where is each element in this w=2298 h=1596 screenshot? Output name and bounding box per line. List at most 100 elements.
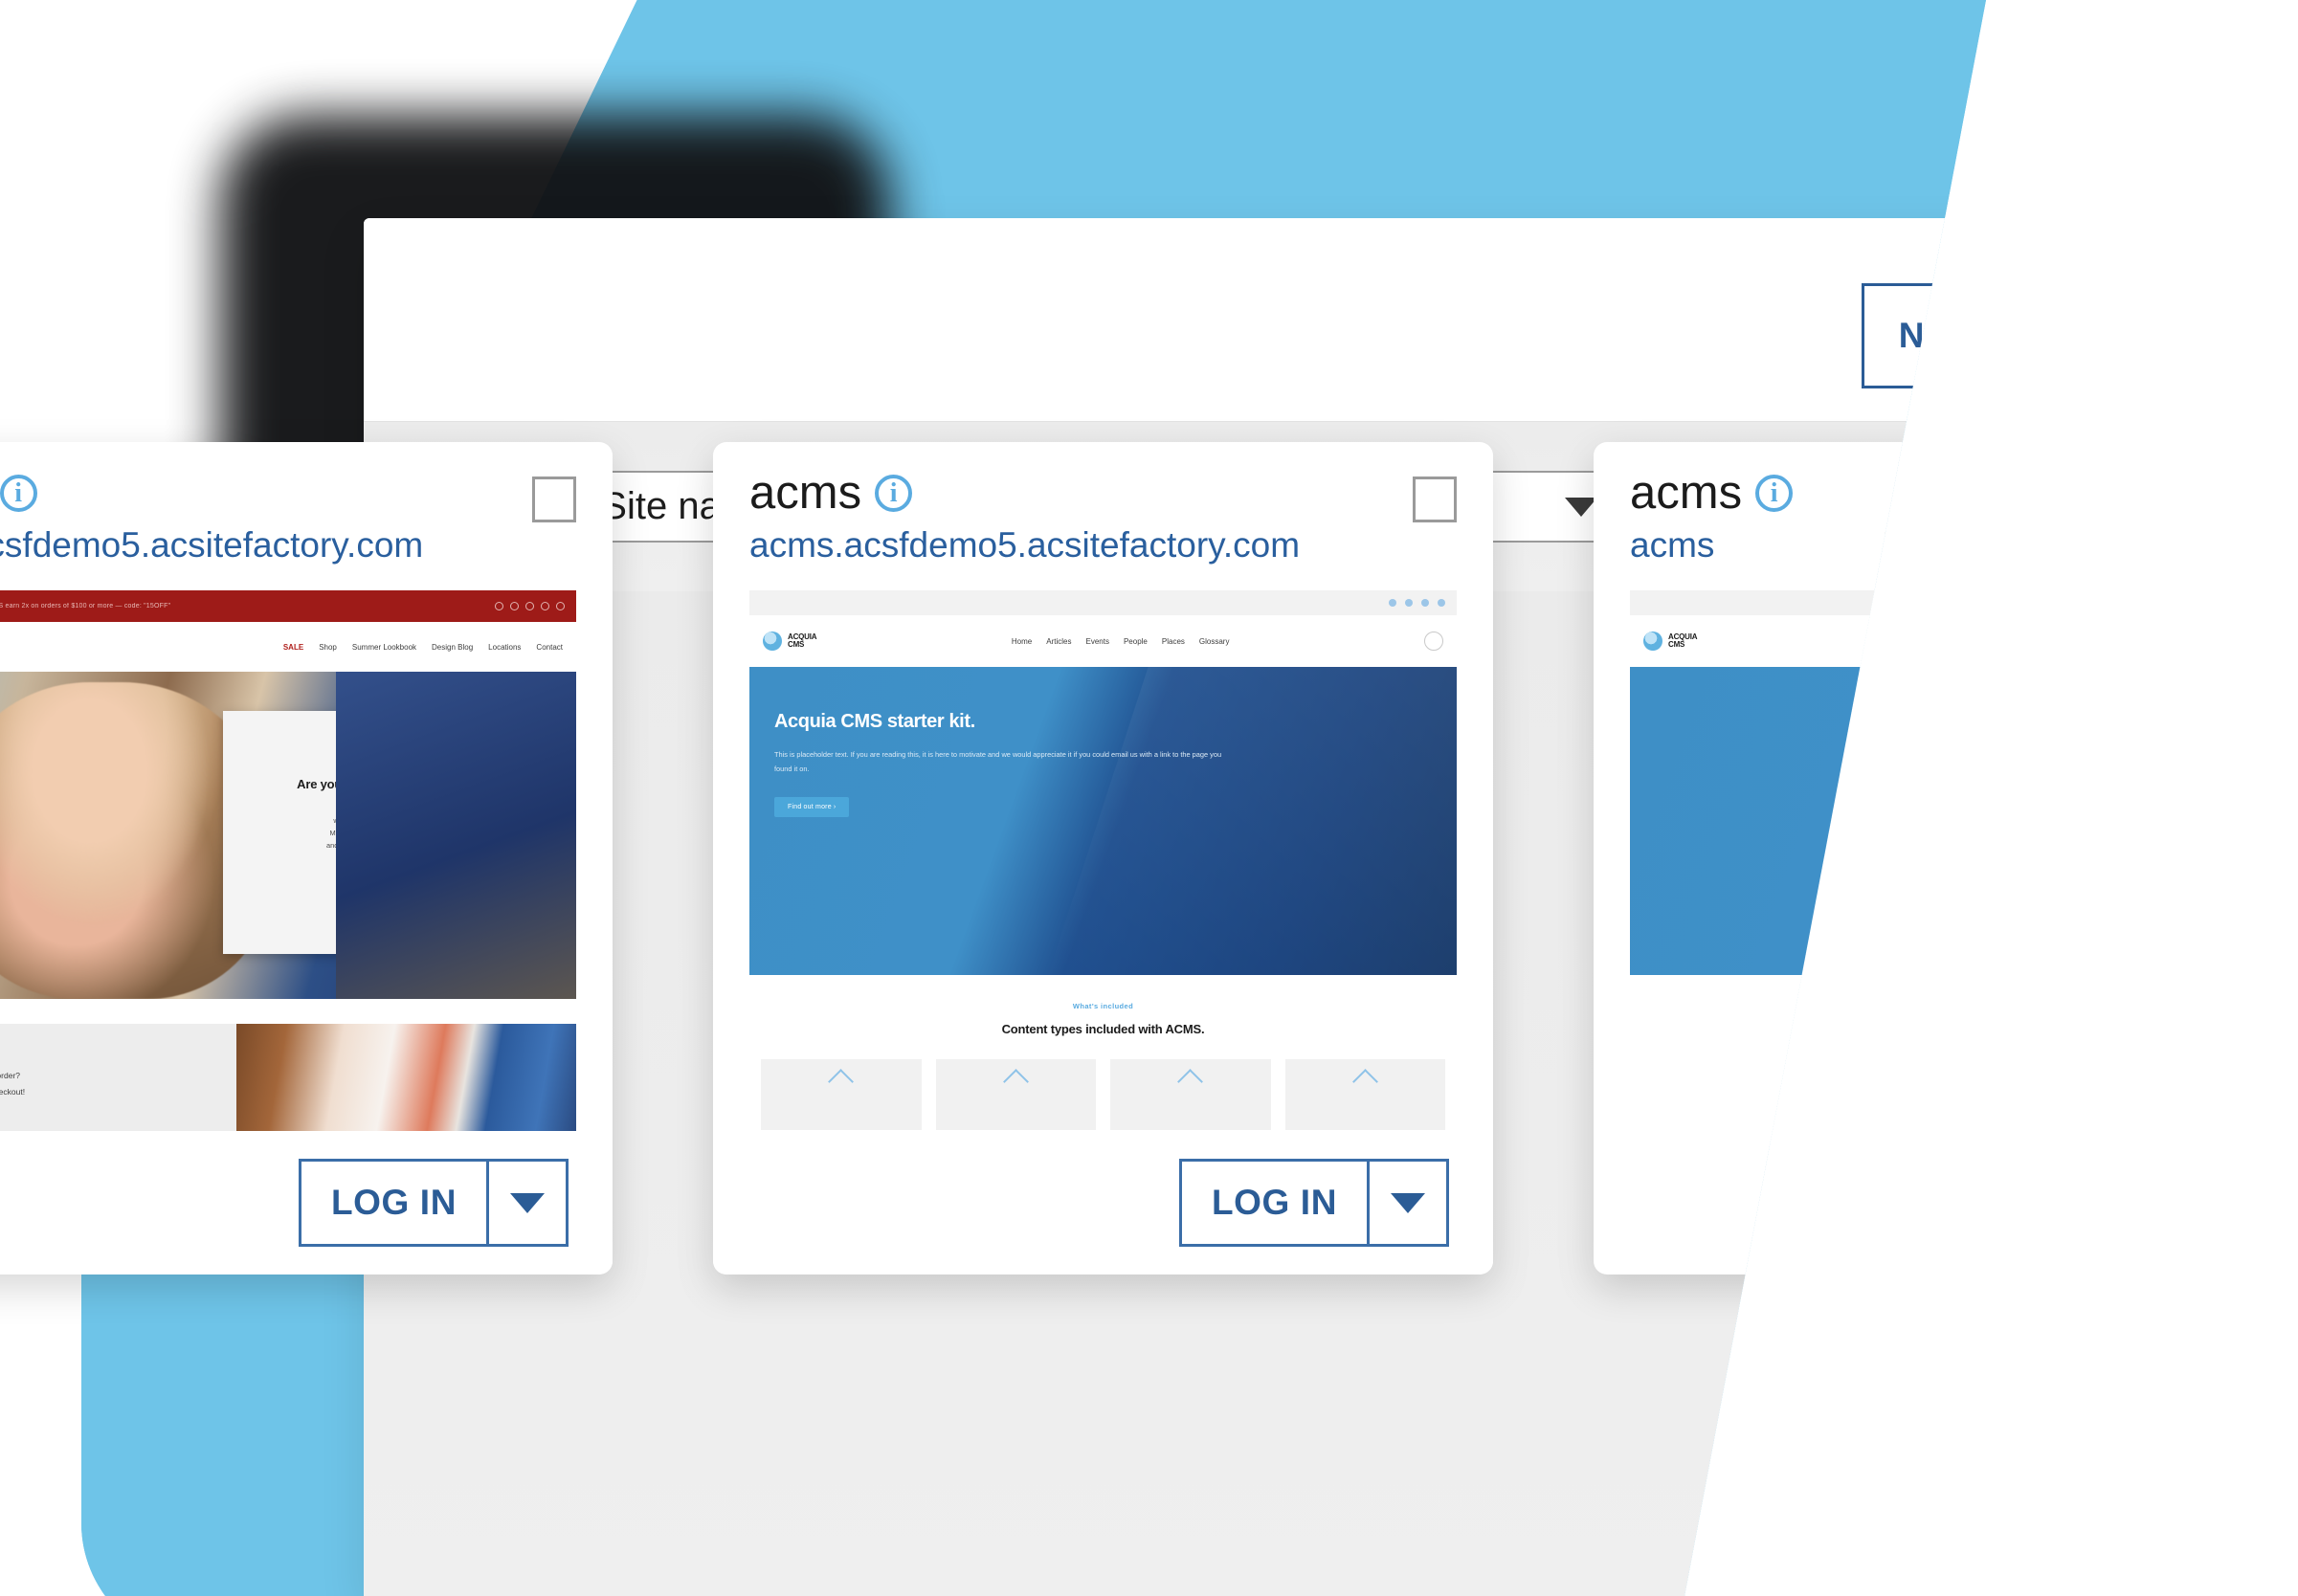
- preview-logo-text: ACQUIA CMS: [788, 632, 817, 650]
- preview-nav-item: SALE: [282, 642, 304, 652]
- preview-tile: [761, 1059, 922, 1131]
- card-select-checkbox[interactable]: [532, 477, 576, 522]
- login-dropdown-button[interactable]: [488, 1159, 569, 1247]
- preview-strip-text: HEY, YOU'RE NEW! Wanna save 20% on your …: [0, 1053, 25, 1097]
- search-icon: [1424, 632, 1443, 652]
- card-title-row: figura i: [0, 469, 576, 518]
- preview-rewards-line4: and discounts on exclusive items: [326, 840, 431, 850]
- preview-nav-item: People: [1123, 636, 1148, 646]
- card-title-row: acms i: [1630, 467, 1986, 519]
- preview-tile: [1110, 1059, 1271, 1131]
- card-header: figura i figura.acsfdemo5.acsitefactory.…: [0, 442, 613, 565]
- preview-nav-item: Locations: [488, 642, 522, 652]
- card-footer: LOG IN: [0, 1131, 613, 1275]
- preview-nav-item: Summer Lookbook: [351, 642, 417, 652]
- card-url-link[interactable]: acms: [1630, 525, 1986, 565]
- preview-rewards-line3: Members receive: [329, 829, 387, 837]
- preview-rewards-line2: with figura's loyalty program!: [333, 816, 423, 826]
- card-select-checkbox[interactable]: [1413, 477, 1457, 522]
- preview-content-section: What's included Content types included w…: [749, 975, 1457, 1131]
- preview-navbar: ACQUIA CMS Home Articles Events People Pl…: [749, 615, 1457, 668]
- chevron-down-icon: [1391, 1192, 1425, 1213]
- preview-section-eyebrow: What's included: [1072, 1002, 1134, 1011]
- chevron-down-icon: [1564, 497, 1597, 517]
- preview-nav-item: Home: [1011, 636, 1033, 646]
- preview-social-bar: [749, 590, 1457, 616]
- chevron-up-icon: [828, 1069, 855, 1096]
- chevron-up-icon: [1351, 1069, 1378, 1096]
- preview-nav-item: Design Blog: [432, 642, 474, 652]
- chevron-up-icon: [1177, 1069, 1204, 1096]
- preview-content-type-tiles: [749, 1059, 1457, 1131]
- card-footer: LOG IN: [713, 1131, 1493, 1275]
- preview-signup-link: Sign up: [339, 804, 364, 813]
- chevron-down-icon: [510, 1192, 545, 1213]
- login-button[interactable]: LOG IN: [1179, 1159, 1369, 1247]
- preview-signup-button: SIGN UP ›: [340, 867, 416, 888]
- preview-nav-item: Places: [1161, 636, 1185, 646]
- preview-header-icons: [495, 602, 565, 611]
- preview-nav-menu: Home Articles Events People Places Gloss…: [1012, 637, 1230, 646]
- card-header: acms i acms: [1594, 442, 2298, 565]
- preview-logo: ACQUIA CMS: [1643, 632, 1698, 652]
- info-icon[interactable]: i: [0, 475, 37, 513]
- preview-free-shipping: free shipping: [386, 829, 427, 837]
- preview-rewards-body: Sign up for extra savings with figura's …: [326, 803, 430, 853]
- info-icon[interactable]: i: [875, 475, 913, 513]
- info-icon[interactable]: i: [1755, 475, 1794, 513]
- preview-navbar: figura SALE Shop Summer Lookbook Design …: [0, 622, 576, 673]
- preview-strip-line2: Just use code FIGURA20 at checkout!: [0, 1087, 26, 1097]
- card-url-link[interactable]: figura.acsfdemo5.acsitefactory.com: [0, 525, 576, 565]
- preview-promo-bar: Join our New Season Sale! MEMBERS earn 2…: [0, 590, 576, 623]
- acquia-droplet-icon: [763, 632, 782, 652]
- preview-social-bar: [1630, 590, 1986, 616]
- preview-rewards-line1: for extra savings: [363, 804, 417, 813]
- preview-rewards-panel: Are you a rewards member? Sign up for ex…: [222, 711, 534, 954]
- panel-header: NEW GROUP: [364, 218, 1986, 421]
- preview-navbar: ACQUIA CMS: [1630, 615, 1986, 668]
- card-title: acms: [749, 467, 862, 519]
- acquia-droplet-icon: [1643, 632, 1662, 652]
- site-card-acms[interactable]: acms i acms.acsfdemo5.acsitefactory.com …: [713, 442, 1493, 1275]
- preview-nav-item: Articles: [1046, 636, 1072, 646]
- preview-hero-button: Find out more ›: [774, 796, 850, 817]
- composition-stage: NEW GROUP Sort by: Site name Sort order:…: [0, 0, 2298, 1596]
- login-split-button: LOG IN: [1179, 1159, 1449, 1247]
- site-preview-thumbnail: ACQUIA CMS: [1630, 590, 1986, 1144]
- card-header: acms i acms.acsfdemo5.acsitefactory.com: [713, 442, 1493, 565]
- preview-hero-image: Are you a rewards member? Sign up for ex…: [0, 672, 576, 1000]
- login-split-button: LOG IN: [299, 1159, 569, 1247]
- login-button[interactable]: LOG IN: [299, 1159, 488, 1247]
- preview-hero-banner: Acquia CMS starter kit. This is placehol…: [749, 667, 1457, 976]
- site-card-figura[interactable]: figura i figura.acsfdemo5.acsitefactory.…: [0, 442, 613, 1275]
- preview-rewards-heading: Are you a rewards member?: [297, 777, 459, 792]
- preview-logo: ACQUIA CMS: [763, 632, 817, 652]
- card-title: acms: [1630, 467, 1743, 519]
- preview-logo-text: ACQUIA CMS: [1668, 632, 1698, 650]
- login-dropdown-button[interactable]: [1369, 1159, 1449, 1247]
- preview-strip-image: [236, 1024, 576, 1144]
- slanted-clip-mask: NEW GROUP Sort by: Site name Sort order:…: [0, 0, 2298, 1596]
- new-group-button[interactable]: NEW GROUP: [1862, 283, 1986, 388]
- preview-promo-strip: HEY, YOU'RE NEW! Wanna save 20% on your …: [0, 1024, 576, 1144]
- preview-strip-title: HEY, YOU'RE NEW!: [0, 1053, 25, 1062]
- card-select-checkbox[interactable]: [2293, 477, 2298, 522]
- preview-nav-item: Glossary: [1198, 636, 1230, 646]
- site-card-acms-partial[interactable]: acms i acms ACQUIA CMS: [1594, 442, 2298, 1275]
- site-preview-thumbnail: Join our New Season Sale! MEMBERS earn 2…: [0, 590, 576, 1144]
- preview-strip-line1: Wanna save 20% on your first order?: [0, 1071, 21, 1081]
- preview-nav-menu: SALE Shop Summer Lookbook Design Blog Lo…: [283, 643, 563, 652]
- preview-hero-heading: Acquia CMS starter kit.: [774, 711, 975, 733]
- site-preview-thumbnail: ACQUIA CMS Home Articles Events People Pl…: [749, 590, 1457, 1144]
- preview-tile: [935, 1059, 1096, 1131]
- preview-nav-item: Shop: [319, 642, 337, 652]
- preview-hero-body: This is placeholder text. If you are rea…: [774, 750, 1222, 773]
- card-title-row: acms i: [749, 467, 1457, 519]
- preview-promo-text: Join our New Season Sale! MEMBERS earn 2…: [0, 603, 171, 610]
- chevron-up-icon: [1002, 1069, 1029, 1096]
- preview-section-heading: Content types included with ACMS.: [1001, 1022, 1205, 1037]
- preview-hero-banner: [1630, 667, 1986, 976]
- card-url-link[interactable]: acms.acsfdemo5.acsitefactory.com: [749, 525, 1457, 565]
- preview-nav-item: Events: [1085, 636, 1109, 646]
- preview-nav-item: Contact: [536, 642, 563, 652]
